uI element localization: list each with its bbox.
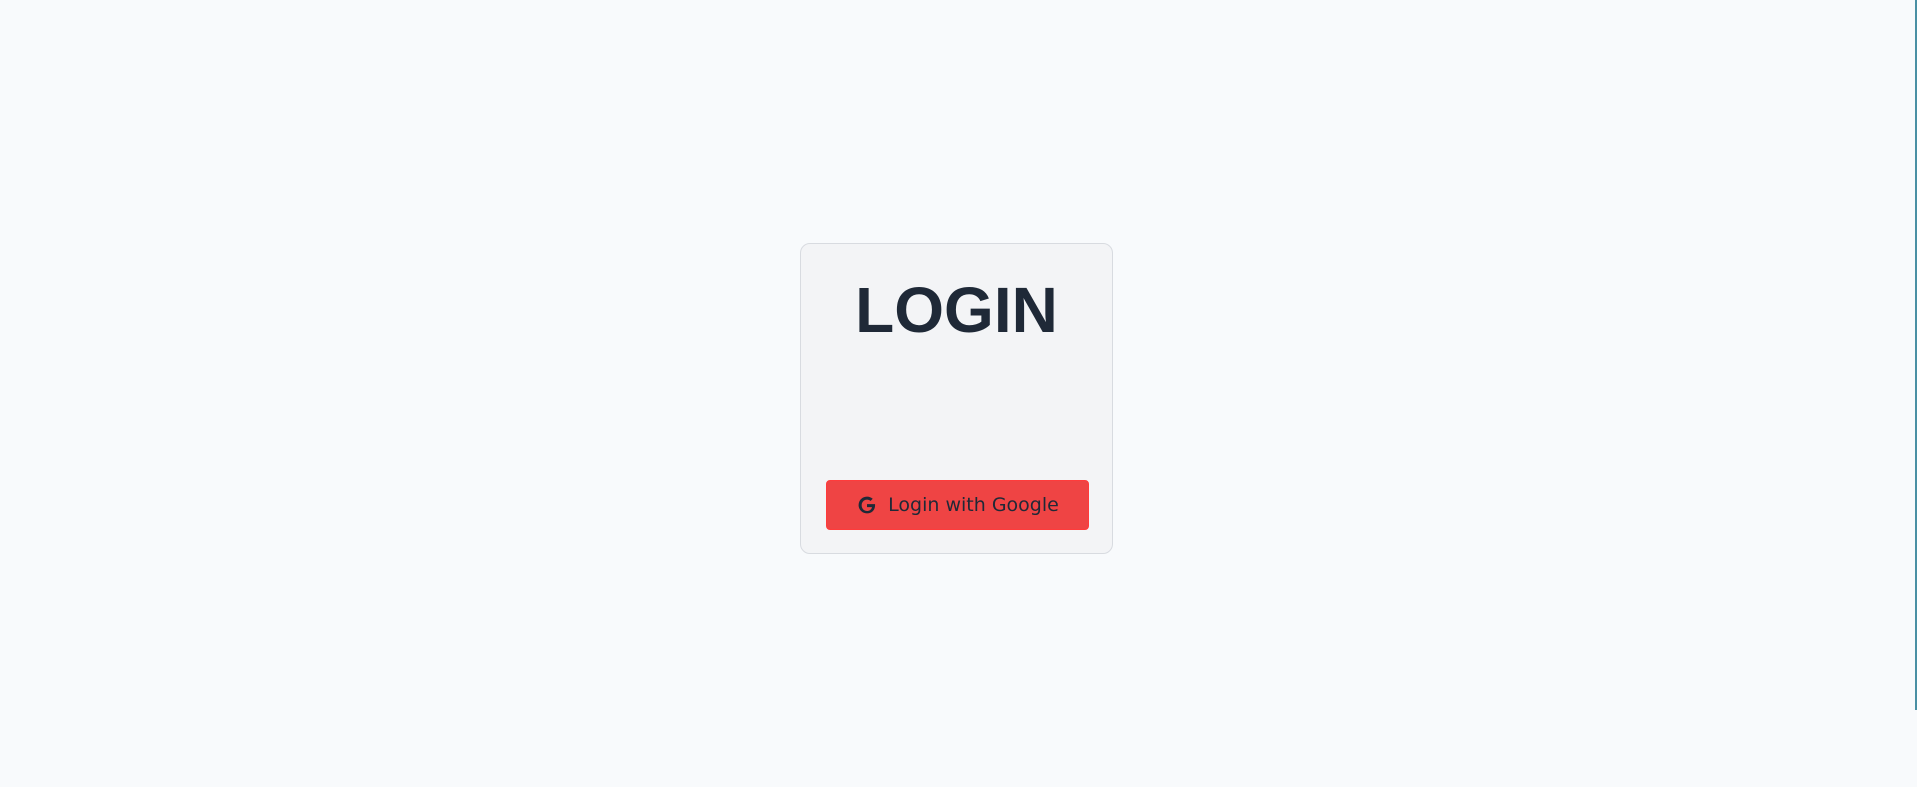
google-icon [856,494,878,516]
login-with-google-button[interactable]: Login with Google [826,480,1089,530]
login-card: LOGIN Login with Google [800,243,1113,554]
login-page: LOGIN Login with Google [0,0,1917,787]
login-with-google-label: Login with Google [888,494,1059,516]
login-title: LOGIN [855,274,1058,346]
